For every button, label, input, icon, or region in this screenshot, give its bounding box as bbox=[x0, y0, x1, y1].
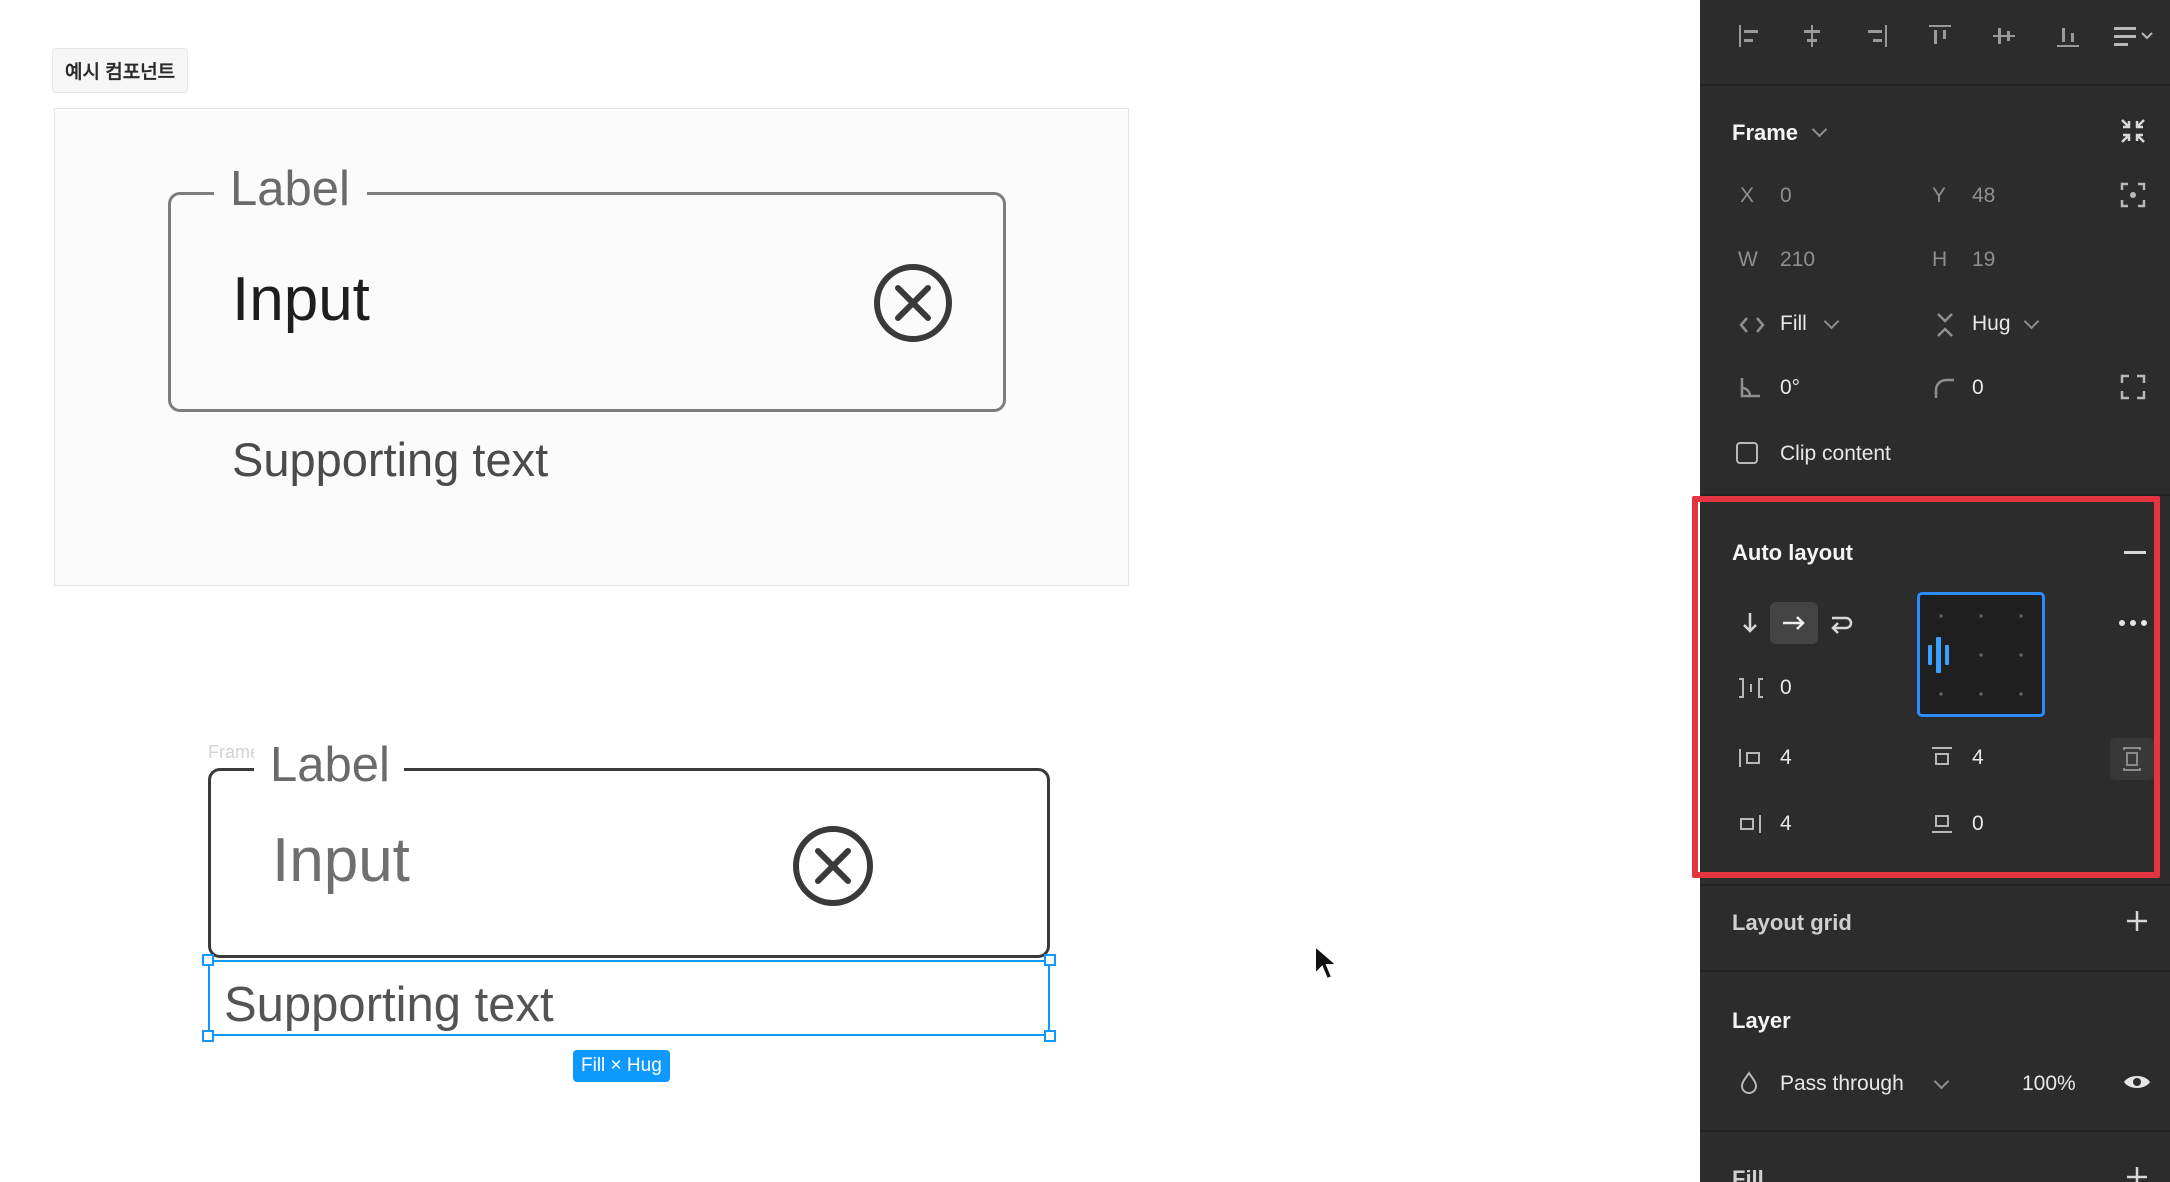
blend-mode-select[interactable]: Pass through bbox=[1780, 1072, 1904, 1096]
rotation-input[interactable]: 0° bbox=[1780, 376, 1800, 400]
text-field-input[interactable]: Input bbox=[232, 265, 370, 335]
text-field-label-instance: Label bbox=[254, 736, 404, 794]
independent-corners-icon[interactable] bbox=[2118, 372, 2148, 402]
mouse-cursor-icon bbox=[1314, 944, 1340, 981]
align-bottom-icon[interactable] bbox=[2054, 22, 2082, 50]
resize-handle-bottom-right[interactable] bbox=[1044, 1030, 1056, 1042]
divider bbox=[1700, 884, 2170, 886]
y-label: Y bbox=[1932, 184, 1947, 207]
align-top-icon[interactable] bbox=[1926, 22, 1954, 50]
divider bbox=[1700, 970, 2170, 972]
h-label: H bbox=[1932, 248, 1948, 271]
opacity-input[interactable]: 100% bbox=[2022, 1072, 2076, 1096]
y-input[interactable]: 48 bbox=[1972, 184, 1995, 208]
chevron-down-icon[interactable] bbox=[2023, 313, 2040, 330]
clear-icon-instance[interactable] bbox=[791, 824, 875, 908]
clip-content-label[interactable]: Clip content bbox=[1780, 442, 1891, 466]
x-label: X bbox=[1740, 184, 1755, 207]
eye-icon[interactable] bbox=[2122, 1070, 2152, 1094]
corner-radius-icon bbox=[1934, 378, 1954, 398]
component-name-tag[interactable]: 예시 컴포넌트 bbox=[52, 48, 189, 93]
layer-section-title: Layer bbox=[1732, 1008, 1791, 1033]
frame-section-title[interactable]: Frame bbox=[1732, 120, 1798, 146]
align-vertical-center-icon[interactable] bbox=[1990, 22, 2018, 50]
blend-mode-icon bbox=[1740, 1071, 1758, 1094]
resize-handle-bottom-left[interactable] bbox=[202, 1030, 214, 1042]
w-label: W bbox=[1738, 248, 1758, 271]
resize-handle-top-right[interactable] bbox=[1044, 954, 1056, 966]
align-left-icon[interactable] bbox=[1736, 22, 1764, 50]
add-layout-grid-icon[interactable] bbox=[2124, 908, 2150, 934]
height-mode-select[interactable]: Hug bbox=[1972, 312, 2011, 336]
horizontal-resizing-icon bbox=[1739, 317, 1765, 333]
align-right-icon[interactable] bbox=[1862, 22, 1890, 50]
resize-to-fit-icon[interactable] bbox=[2118, 116, 2148, 146]
fill-section-title: Fill bbox=[1732, 1166, 1764, 1182]
distribute-menu-icon[interactable] bbox=[2112, 22, 2156, 50]
corner-radius-input[interactable]: 0 bbox=[1972, 376, 1984, 400]
design-canvas[interactable]: 예시 컴포넌트 Label Input Supporting text Fram… bbox=[0, 0, 1700, 1182]
text-field-input-instance[interactable]: Input bbox=[272, 826, 410, 896]
align-horizontal-center-icon[interactable] bbox=[1798, 22, 1826, 50]
chevron-down-icon[interactable] bbox=[1823, 313, 1840, 330]
width-mode-select[interactable]: Fill bbox=[1780, 312, 1807, 336]
text-field-label: Label bbox=[214, 160, 367, 218]
add-fill-icon[interactable] bbox=[2124, 1164, 2150, 1182]
supporting-text: Supporting text bbox=[232, 433, 549, 486]
vertical-resizing-icon bbox=[1937, 313, 1953, 337]
divider bbox=[1700, 84, 2170, 86]
chevron-down-icon[interactable] bbox=[1933, 1073, 1950, 1090]
clear-icon[interactable] bbox=[872, 262, 954, 344]
clip-content-checkbox[interactable] bbox=[1736, 442, 1758, 464]
divider bbox=[1700, 1130, 2170, 1132]
constraints-icon[interactable] bbox=[2118, 180, 2148, 210]
supporting-text-selected[interactable]: Supporting text bbox=[224, 976, 554, 1034]
auto-layout-highlight bbox=[1692, 496, 2160, 878]
layout-grid-section-title: Layout grid bbox=[1732, 910, 1852, 935]
rotation-icon bbox=[1740, 378, 1760, 398]
chevron-down-icon[interactable] bbox=[1811, 121, 1828, 138]
size-badge: Fill × Hug bbox=[573, 1050, 670, 1082]
resize-handle-top-left[interactable] bbox=[202, 954, 214, 966]
h-input[interactable]: 19 bbox=[1972, 248, 1995, 272]
x-input[interactable]: 0 bbox=[1780, 184, 1792, 208]
w-input[interactable]: 210 bbox=[1780, 248, 1815, 272]
